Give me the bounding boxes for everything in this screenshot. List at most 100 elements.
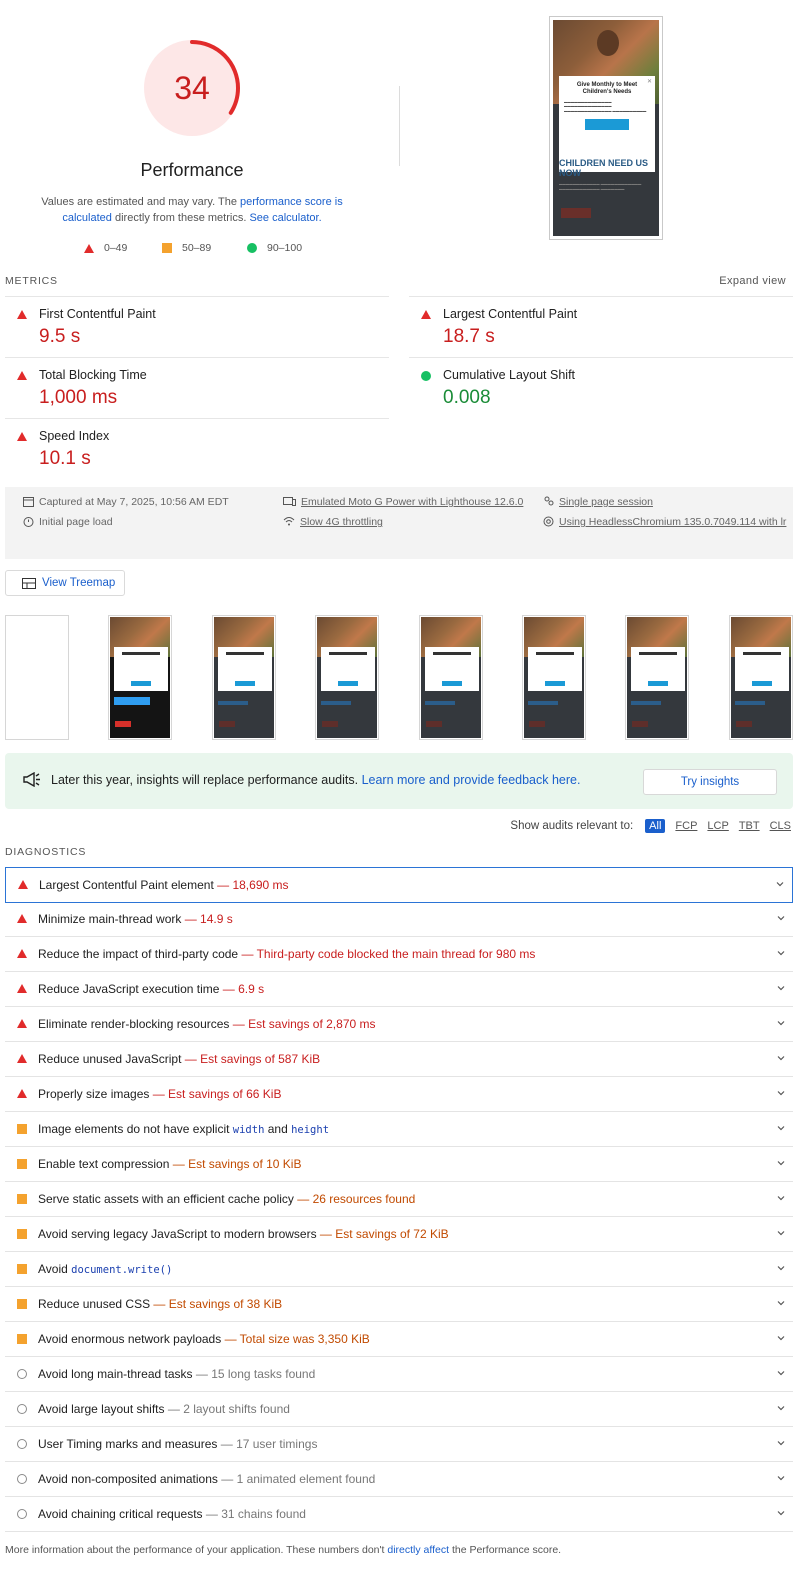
diagnostics-label: DIAGNOSTICS <box>5 846 87 858</box>
runtime-session[interactable]: Single page session <box>543 492 653 512</box>
audit-row[interactable]: Reduce unused CSS — Est savings of 38 Ki… <box>5 1287 793 1322</box>
chevron-down-icon[interactable] <box>777 1019 785 1027</box>
audit-detail: — Est savings of 2,870 ms <box>232 1017 376 1031</box>
audit-row[interactable]: Minimize main-thread work — 14.9 s <box>5 902 793 937</box>
audit-row[interactable]: Eliminate render-blocking resources — Es… <box>5 1007 793 1042</box>
footer-note: More information about the performance o… <box>5 1544 562 1556</box>
audit-detail: — Total size was 3,350 KiB <box>224 1332 370 1346</box>
filter-cls[interactable]: CLS <box>770 820 791 832</box>
chevron-down-icon[interactable] <box>777 1124 785 1132</box>
performance-score: 34 <box>174 70 210 106</box>
chevron-down-icon[interactable] <box>777 914 785 922</box>
audit-title: Image elements do not have explicit widt… <box>38 1122 330 1136</box>
chevron-down-icon[interactable] <box>777 949 785 957</box>
audit-title: Eliminate render-blocking resources — Es… <box>38 1017 376 1031</box>
audit-detail: — 1 animated element found <box>221 1472 376 1486</box>
chevron-down-icon[interactable] <box>777 1299 785 1307</box>
try-insights-button[interactable]: Try insights <box>643 769 777 795</box>
filter-lcp[interactable]: LCP <box>707 820 728 832</box>
audit-row[interactable]: Serve static assets with an efficient ca… <box>5 1182 793 1217</box>
audit-detail: — Est savings of 38 KiB <box>153 1297 283 1311</box>
audit-row[interactable]: Avoid enormous network payloads — Total … <box>5 1322 793 1357</box>
see-calculator-link[interactable]: See calculator. <box>249 212 321 224</box>
timer-icon <box>23 517 34 527</box>
filter-tbt[interactable]: TBT <box>739 820 760 832</box>
audit-detail: — Est savings of 66 KiB <box>152 1087 282 1101</box>
legend-pass: 90–100 <box>247 242 302 254</box>
audit-row[interactable]: Avoid chaining critical requests — 31 ch… <box>5 1497 793 1532</box>
audit-title: Reduce the impact of third-party code — … <box>38 947 536 961</box>
audit-detail: — 15 long tasks found <box>195 1367 316 1381</box>
average-square-icon <box>17 1229 27 1239</box>
audit-row[interactable]: Enable text compression — Est savings of… <box>5 1147 793 1182</box>
audit-row[interactable]: Avoid serving legacy JavaScript to moder… <box>5 1217 793 1252</box>
directly-affect-link[interactable]: directly affect <box>387 1544 449 1556</box>
chevron-down-icon[interactable] <box>776 880 784 888</box>
audit-row[interactable]: Avoid non-composited animations — 1 anim… <box>5 1462 793 1497</box>
audit-detail: — 18,690 ms <box>217 878 289 892</box>
audit-row[interactable]: Reduce JavaScript execution time — 6.9 s <box>5 972 793 1007</box>
audit-row[interactable]: Reduce the impact of third-party code — … <box>5 937 793 972</box>
chevron-down-icon[interactable] <box>777 1229 785 1237</box>
audit-row[interactable]: Largest Contentful Paint element — 18,69… <box>5 867 793 903</box>
average-square-icon <box>17 1334 27 1344</box>
audit-row[interactable]: Avoid long main-thread tasks — 15 long t… <box>5 1357 793 1392</box>
info-circle-icon <box>17 1404 27 1414</box>
chevron-down-icon[interactable] <box>777 1334 785 1342</box>
audit-title: Avoid enormous network payloads — Total … <box>38 1332 370 1346</box>
audit-title: Largest Contentful Paint element — 18,69… <box>39 878 289 892</box>
final-screenshot[interactable]: ✕ Give Monthly to Meet Children's Needs … <box>549 16 663 240</box>
chevron-down-icon[interactable] <box>777 1264 785 1272</box>
chevron-down-icon[interactable] <box>777 984 785 992</box>
learn-more-link[interactable]: Learn more and provide feedback here. <box>362 773 581 787</box>
audit-title: Reduce JavaScript execution time — 6.9 s <box>38 982 265 996</box>
audit-title: Avoid large layout shifts — 2 layout shi… <box>38 1402 290 1416</box>
chevron-down-icon[interactable] <box>777 1474 785 1482</box>
chevron-down-icon[interactable] <box>777 1404 785 1412</box>
audit-row[interactable]: User Timing marks and measures — 17 user… <box>5 1427 793 1462</box>
legend-fail: 0–49 <box>84 242 127 254</box>
metric-si: Speed Index 10.1 s <box>5 418 389 479</box>
audit-row[interactable]: Avoid document.write() <box>5 1252 793 1287</box>
fail-triangle-icon <box>84 243 94 253</box>
audit-title: Reduce unused JavaScript — Est savings o… <box>38 1052 321 1066</box>
audit-row[interactable]: Properly size images — Est savings of 66… <box>5 1077 793 1112</box>
filter-fcp[interactable]: FCP <box>675 820 697 832</box>
runtime-browser[interactable]: Using HeadlessChromium 135.0.7049.114 wi… <box>543 512 787 532</box>
screenshot-modal-button <box>585 119 629 131</box>
chevron-down-icon[interactable] <box>777 1159 785 1167</box>
filter-all[interactable]: All <box>645 819 666 833</box>
screenshot-modal-title: Give Monthly to Meet Children's Needs <box>576 82 638 95</box>
chevron-down-icon[interactable] <box>777 1089 785 1097</box>
filmstrip-frame-1 <box>5 615 69 740</box>
runtime-load: Initial page load <box>23 512 113 532</box>
chevron-down-icon[interactable] <box>777 1509 785 1517</box>
audit-title: Avoid chaining critical requests — 31 ch… <box>38 1507 306 1521</box>
filmstrip-frame-5 <box>419 615 483 740</box>
audit-row[interactable]: Avoid large layout shifts — 2 layout shi… <box>5 1392 793 1427</box>
fail-triangle-icon <box>17 371 27 380</box>
chevron-down-icon[interactable] <box>777 1054 785 1062</box>
fail-triangle-icon <box>17 1089 27 1098</box>
runtime-device[interactable]: Emulated Moto G Power with Lighthouse 12… <box>283 492 523 512</box>
audit-detail: — Est savings of 587 KiB <box>184 1052 321 1066</box>
audit-row[interactable]: Image elements do not have explicit widt… <box>5 1112 793 1147</box>
filmstrip-frame-8 <box>729 615 793 740</box>
chevron-down-icon[interactable] <box>777 1369 785 1377</box>
chevron-down-icon[interactable] <box>777 1194 785 1202</box>
audit-detail: — 2 layout shifts found <box>167 1402 290 1416</box>
audit-row[interactable]: Reduce unused JavaScript — Est savings o… <box>5 1042 793 1077</box>
pass-circle-icon <box>421 371 431 381</box>
runtime-throttle[interactable]: Slow 4G throttling <box>283 512 383 532</box>
metric-cls: Cumulative Layout Shift 0.008 <box>409 357 793 418</box>
chevron-down-icon[interactable] <box>777 1439 785 1447</box>
metrics-label: METRICS <box>5 275 58 287</box>
fail-triangle-icon <box>17 1019 27 1028</box>
expand-view-toggle[interactable]: Expand view <box>719 275 786 287</box>
wifi-icon <box>283 517 295 526</box>
audit-title: Avoid long main-thread tasks — 15 long t… <box>38 1367 316 1381</box>
average-square-icon <box>162 243 172 253</box>
audit-detail: — Third-party code blocked the main thre… <box>241 947 536 961</box>
view-treemap-button[interactable]: View Treemap <box>5 570 125 596</box>
audit-detail: — 31 chains found <box>205 1507 306 1521</box>
